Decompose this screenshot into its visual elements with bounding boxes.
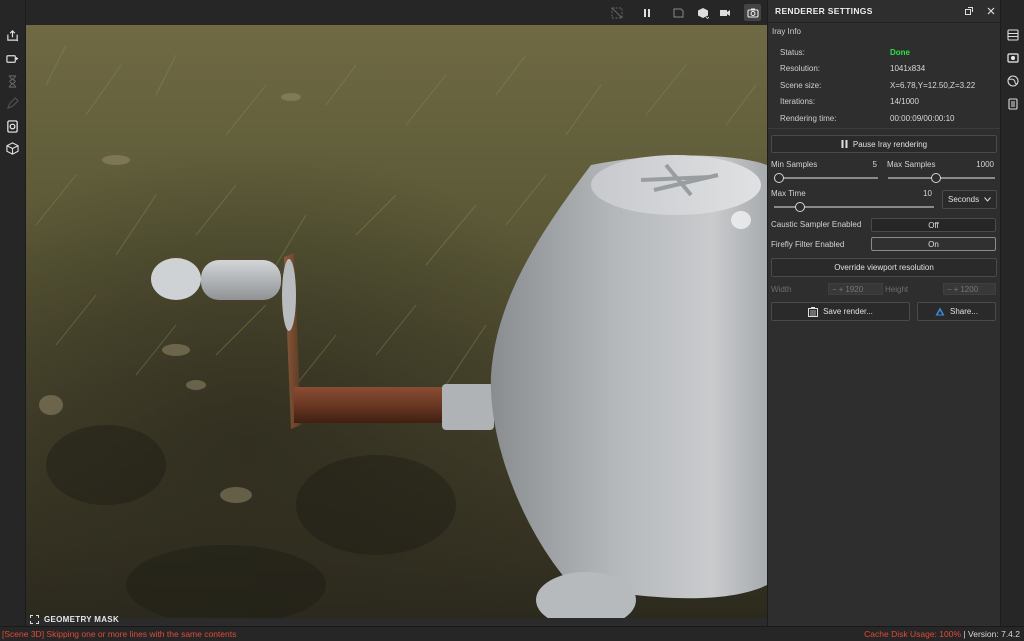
plus-icon[interactable]: +	[839, 285, 844, 294]
left-toolbar	[0, 0, 26, 626]
minus-icon[interactable]: −	[832, 285, 837, 294]
width-value: 1920	[845, 284, 864, 294]
max-time-value: 10	[923, 189, 932, 198]
min-samples-label: Min Samples	[771, 160, 818, 169]
geometry-mask-label: GEOMETRY MASK	[44, 615, 120, 624]
layers-icon[interactable]	[1006, 28, 1020, 42]
slider-knob[interactable]	[931, 173, 942, 183]
max-time-label: Max Time	[771, 189, 806, 198]
caustic-sampler-value: Off	[928, 220, 939, 230]
height-field[interactable]: − + 1200	[943, 283, 996, 295]
status-right: Cache Disk Usage: 100% | Version: 7.4.2	[864, 629, 1024, 639]
viewport-toolbar	[26, 0, 767, 26]
firefly-filter-value: On	[928, 239, 939, 249]
status-value: Done	[890, 47, 910, 57]
info-label: Iterations:	[780, 97, 816, 107]
object-view-icon[interactable]	[694, 4, 711, 21]
render-icon[interactable]	[5, 119, 20, 134]
height-value: 1200	[960, 284, 979, 294]
min-samples-slider[interactable]	[774, 173, 878, 183]
share-label: Share...	[949, 307, 978, 316]
firefly-filter-label: Firefly Filter Enabled	[771, 240, 845, 249]
iray-info-title: Iray Info	[772, 27, 801, 36]
rendered-scene-image	[26, 25, 767, 618]
close-icon[interactable]	[987, 7, 995, 15]
override-viewport-resolution-label: Override viewport resolution	[834, 263, 934, 272]
caustic-sampler-toggle[interactable]: Off	[871, 218, 996, 232]
resolution-value: 1041x834	[890, 64, 926, 74]
rendering-time-value: 00:00:09/00:00:10	[890, 113, 955, 123]
geometry-mask-toggle-icon[interactable]	[608, 4, 625, 21]
plus-icon[interactable]: +	[954, 285, 959, 294]
pause-icon[interactable]	[638, 4, 655, 21]
info-row-rendering-time: Rendering time: 00:00:09/00:00:10	[768, 110, 1001, 127]
max-time-slider[interactable]	[774, 202, 934, 212]
width-field[interactable]: − + 1920	[828, 283, 883, 295]
time-unit-value: Seconds	[948, 195, 980, 204]
undock-icon[interactable]	[965, 7, 973, 15]
frame-icon[interactable]	[669, 4, 686, 21]
info-row-resolution: Resolution: 1041x834	[768, 61, 1001, 78]
cache-disk-usage-label: Cache Disk Usage:	[864, 629, 937, 639]
geometry-mask-indicator[interactable]: GEOMETRY MASK	[30, 615, 119, 624]
minus-icon[interactable]: −	[947, 285, 952, 294]
min-samples-value: 5	[872, 160, 877, 169]
caustic-sampler-label: Caustic Sampler Enabled	[771, 220, 862, 229]
pause-rendering-label: Pause Iray rendering	[852, 139, 928, 149]
add-material-icon[interactable]	[5, 52, 20, 67]
info-label: Rendering time:	[780, 113, 837, 123]
info-row-iterations: Iterations: 14/1000	[768, 94, 1001, 111]
slider-knob[interactable]	[794, 202, 805, 212]
camera-view-icon[interactable]	[716, 4, 733, 21]
info-row-status: Status: Done	[768, 44, 1001, 61]
status-bar: [Scene 3D] Skipping one or more lines wi…	[0, 626, 1024, 641]
height-label: Height	[885, 285, 909, 294]
import-icon[interactable]	[5, 28, 20, 43]
share-icon	[935, 307, 945, 316]
info-label: Resolution:	[780, 64, 821, 74]
save-render-label: Save render...	[823, 307, 873, 316]
pause-rendering-button[interactable]: Pause Iray rendering	[771, 135, 997, 153]
cube-icon[interactable]	[5, 141, 20, 156]
hourglass-icon	[5, 74, 20, 89]
iterations-value: 14/1000	[890, 97, 919, 107]
slider-track	[888, 177, 995, 179]
divider	[768, 128, 1001, 129]
dashed-square-icon	[30, 615, 39, 624]
scene-size-value: X=6.78,Y=12.50,Z=3.22	[890, 80, 976, 90]
slider-track	[774, 177, 878, 179]
width-label: Width	[771, 285, 792, 294]
status-separator: |	[963, 629, 966, 639]
max-samples-label: Max Samples	[887, 160, 936, 169]
pause-icon	[841, 140, 848, 148]
renderer-settings-panel: RENDERER SETTINGS Iray Info Status: Done…	[767, 0, 1001, 626]
screenshot-icon[interactable]	[744, 4, 761, 21]
slider-knob[interactable]	[774, 173, 785, 183]
notes-icon[interactable]	[1006, 97, 1020, 111]
info-row-scene-size: Scene size: X=6.78,Y=12.50,Z=3.22	[768, 77, 1001, 94]
panel-header: RENDERER SETTINGS	[768, 0, 1001, 23]
save-render-button[interactable]: Save render...	[771, 302, 910, 321]
info-label: Status:	[780, 47, 805, 57]
iray-info-table: Status: Done Resolution: 1041x834 Scene …	[768, 44, 1001, 127]
save-render-icon	[808, 306, 819, 317]
max-samples-slider[interactable]	[888, 173, 995, 183]
time-unit-select[interactable]: Seconds	[942, 190, 997, 209]
chevron-down-icon	[984, 197, 991, 202]
max-samples-value: 1000	[976, 160, 994, 169]
environment-icon[interactable]	[1006, 74, 1020, 88]
info-label: Scene size:	[780, 80, 822, 90]
render-settings-icon[interactable]	[1006, 51, 1020, 65]
cache-disk-usage-value: 100%	[939, 629, 962, 639]
panel-title: RENDERER SETTINGS	[775, 6, 873, 16]
right-icon-strip	[1000, 0, 1024, 626]
status-message: [Scene 3D] Skipping one or more lines wi…	[2, 629, 237, 639]
firefly-filter-toggle[interactable]: On	[871, 237, 996, 251]
share-button[interactable]: Share...	[917, 302, 996, 321]
pen-icon	[5, 96, 20, 111]
version-text: Version: 7.4.2	[968, 629, 1020, 639]
override-viewport-resolution-button[interactable]: Override viewport resolution	[771, 258, 997, 277]
render-viewport[interactable]: GEOMETRY MASK	[26, 0, 767, 626]
